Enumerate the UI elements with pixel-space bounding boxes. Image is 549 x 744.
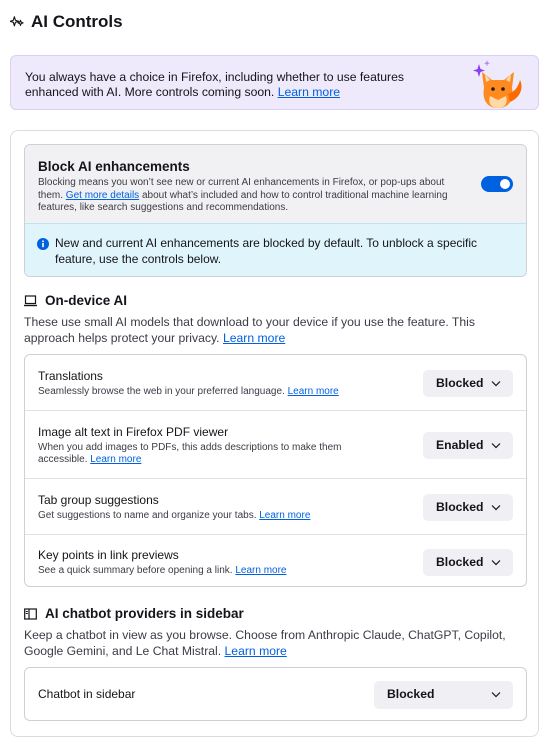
block-ai-panel: Block AI enhancements Blocking means you… (24, 144, 527, 277)
sparkle-icon (10, 16, 24, 27)
block-ai-description: Blocking means you won’t see new or curr… (38, 177, 458, 215)
notice-message: You always have a choice in Firefox, inc… (25, 70, 404, 99)
feature-title: Translations (38, 369, 103, 383)
chatbot-row-label: Chatbot in sidebar (38, 687, 136, 701)
block-ai-header: Block AI enhancements Blocking means you… (25, 145, 526, 223)
feature-desc-text: See a quick summary before opening a lin… (38, 565, 233, 576)
feature-title: Tab group suggestions (38, 493, 159, 507)
feature-title: Image alt text in Firefox PDF viewer (38, 425, 229, 439)
fox-mascot-icon (473, 60, 522, 108)
chatbot-row: Chatbot in sidebar Blocked (24, 667, 527, 721)
feature-desc: Seamlessly browse the web in your prefer… (38, 386, 383, 398)
block-ai-title: Block AI enhancements (38, 159, 190, 174)
feature-row-image-alt-text: Image alt text in Firefox PDF viewer Whe… (25, 411, 526, 479)
chatbot-title: AI chatbot providers in sidebar (45, 606, 244, 621)
block-ai-toggle[interactable] (481, 176, 513, 192)
feature-learn-more-link[interactable]: Learn more (90, 454, 141, 465)
feature-row-key-points: Key points in link previews See a quick … (25, 535, 526, 588)
feature-row-translations: Translations Seamlessly browse the web i… (25, 355, 526, 411)
feature-row-tab-group-suggestions: Tab group suggestions Get suggestions to… (25, 479, 526, 535)
key-points-select[interactable]: Blocked (423, 549, 513, 576)
feature-desc: Get suggestions to name and organize you… (38, 510, 383, 522)
feature-desc-text: Get suggestions to name and organize you… (38, 510, 257, 521)
info-icon (37, 238, 49, 250)
image-alt-text-select[interactable]: Enabled (423, 432, 513, 459)
on-device-title: On-device AI (45, 293, 128, 308)
on-device-header: On-device AI (24, 293, 127, 308)
ai-controls-card: Block AI enhancements Blocking means you… (10, 130, 539, 737)
feature-desc-text: Seamlessly browse the web in your prefer… (38, 386, 285, 397)
feature-desc-text: When you add images to PDFs, this adds d… (38, 442, 342, 465)
feature-learn-more-link[interactable]: Learn more (235, 565, 286, 576)
chevron-down-icon (491, 505, 501, 511)
laptop-icon (24, 294, 37, 306)
notice-learn-more-link[interactable]: Learn more (278, 85, 340, 99)
feature-learn-more-link[interactable]: Learn more (259, 510, 310, 521)
translations-select[interactable]: Blocked (423, 370, 513, 397)
page-title: AI Controls (31, 12, 123, 31)
select-value: Enabled (436, 438, 484, 452)
blocked-info-text: New and current AI enhancements are bloc… (55, 236, 478, 266)
feature-desc: When you add images to PDFs, this adds d… (38, 442, 383, 466)
chatbot-header: AI chatbot providers in sidebar (24, 606, 244, 621)
chatbot-learn-more-link[interactable]: Learn more (225, 644, 287, 658)
chevron-down-icon (491, 443, 501, 449)
chevron-down-icon (491, 381, 501, 387)
select-value: Blocked (436, 500, 484, 514)
chatbot-select[interactable]: Blocked (374, 681, 513, 709)
select-value: Blocked (436, 555, 484, 569)
chevron-down-icon (491, 560, 501, 566)
tab-group-suggestions-select[interactable]: Blocked (423, 494, 513, 521)
feature-learn-more-link[interactable]: Learn more (288, 386, 339, 397)
select-value: Blocked (387, 687, 435, 701)
chatbot-description: Keep a chatbot in view as you browse. Ch… (24, 627, 519, 659)
on-device-feature-list: Translations Seamlessly browse the web i… (24, 354, 527, 587)
on-device-description: These use small AI models that download … (24, 314, 519, 346)
on-device-learn-more-link[interactable]: Learn more (223, 331, 285, 345)
feature-desc: See a quick summary before opening a lin… (38, 565, 383, 577)
feature-title: Key points in link previews (38, 548, 179, 562)
notice-text: You always have a choice in Firefox, inc… (25, 70, 445, 100)
block-ai-details-link[interactable]: Get more details (66, 190, 139, 201)
page-header: AI Controls (10, 12, 123, 32)
chevron-down-icon (491, 692, 501, 698)
toggle-knob (500, 179, 510, 189)
blocked-info-bar: New and current AI enhancements are bloc… (25, 223, 526, 276)
select-value: Blocked (436, 376, 484, 390)
sidebar-icon (24, 607, 37, 620)
ai-notice-banner: You always have a choice in Firefox, inc… (10, 55, 539, 110)
